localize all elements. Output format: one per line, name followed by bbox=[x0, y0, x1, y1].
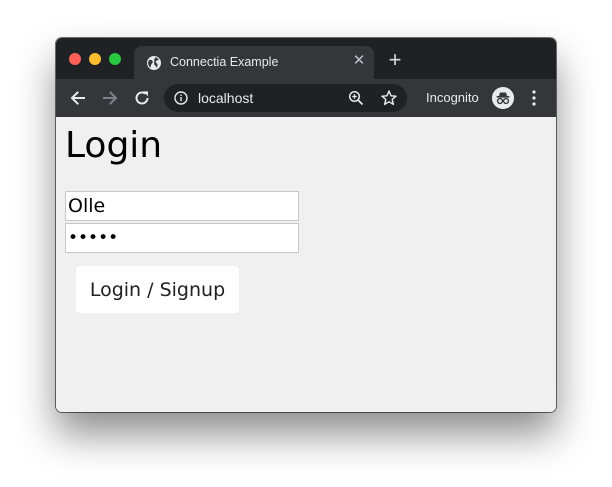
password-input[interactable] bbox=[65, 223, 299, 253]
arrow-right-icon[interactable] bbox=[100, 88, 120, 108]
arrow-left-icon[interactable] bbox=[68, 88, 88, 108]
incognito-label: Incognito bbox=[426, 90, 479, 105]
tab-strip: Connectia Example ✕ + bbox=[56, 38, 556, 79]
reload-icon[interactable] bbox=[132, 88, 152, 108]
zoom-icon[interactable] bbox=[348, 90, 364, 106]
tab-connectia-example[interactable]: Connectia Example ✕ bbox=[134, 46, 374, 79]
tab-title: Connectia Example bbox=[170, 55, 279, 69]
browser-window: Connectia Example ✕ + localhost Incognit… bbox=[56, 38, 556, 412]
close-window-button[interactable] bbox=[69, 53, 81, 65]
minimize-window-button[interactable] bbox=[89, 53, 101, 65]
page-title: Login bbox=[65, 125, 163, 166]
info-icon[interactable] bbox=[174, 91, 188, 105]
more-menu-icon[interactable] bbox=[528, 89, 540, 107]
login-signup-button[interactable]: Login / Signup bbox=[76, 266, 239, 313]
page-content: Login Login / Signup bbox=[56, 117, 556, 412]
address-bar[interactable]: localhost bbox=[164, 84, 407, 112]
close-icon[interactable]: ✕ bbox=[352, 53, 366, 68]
browser-toolbar: localhost Incognito bbox=[56, 79, 556, 117]
username-input[interactable] bbox=[65, 191, 299, 221]
maximize-window-button[interactable] bbox=[109, 53, 121, 65]
incognito-icon[interactable] bbox=[492, 87, 514, 109]
globe-icon bbox=[147, 56, 161, 70]
plus-icon[interactable]: + bbox=[386, 49, 404, 71]
star-icon[interactable] bbox=[380, 89, 398, 107]
address-text: localhost bbox=[198, 90, 254, 106]
